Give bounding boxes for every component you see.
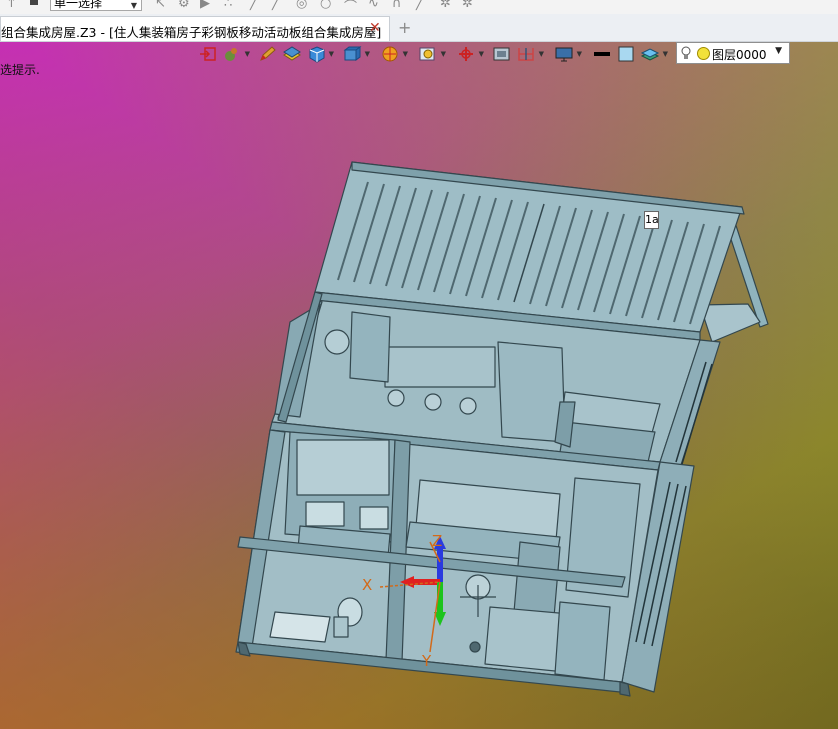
selection-mode-dropdown[interactable]: 单一选择 ▼	[50, 0, 142, 11]
container-house-model[interactable]	[0, 42, 838, 729]
line-icon-3[interactable]: ╱	[416, 0, 424, 11]
wardrobe	[497, 341, 566, 443]
document-tab-title: 组合集成房屋.Z3 - [住人集装箱房子彩钢板移动活动板组合集成房屋]	[1, 25, 382, 40]
sink-2	[359, 506, 389, 530]
filter-icon[interactable]: ⚙	[178, 0, 190, 11]
arc-icon[interactable]: ⌒	[344, 0, 357, 14]
sink-1	[305, 501, 345, 527]
lamp	[324, 329, 350, 355]
gear-icon-2[interactable]: ✲	[462, 0, 473, 11]
scatter-icon[interactable]: ∴	[224, 0, 232, 11]
curve-icon[interactable]: ∿	[368, 0, 379, 11]
point-icon[interactable]: ◎	[296, 0, 307, 11]
canopy-panel	[699, 303, 761, 343]
document-tab-bar: 组合集成房屋.Z3 - [住人集装箱房子彩钢板移动活动板组合集成房屋] ✕ +	[0, 14, 838, 42]
stool-3	[459, 397, 477, 415]
line-icon-2[interactable]: ╱	[272, 0, 280, 11]
fridge	[349, 311, 391, 383]
play-icon[interactable]: ▶	[200, 0, 210, 11]
kitchen-counter	[384, 346, 496, 388]
pick-icon[interactable]: ↖	[155, 0, 166, 11]
axis-z-label: Z	[432, 532, 443, 550]
gear-icon[interactable]: ✲	[440, 0, 451, 11]
chevron-down-icon: ▼	[130, 1, 137, 10]
circle-icon[interactable]: ○	[320, 0, 331, 11]
line-icon[interactable]: ╱	[250, 0, 258, 11]
stool-1	[387, 389, 405, 407]
top-toolbar: ↑ 单一选择 ▼ ↖ ⚙ ▶ ∴ ╱ ╱ ◎ ○ ⌒ ∿ ∩ ╱ ✲ ✲	[0, 0, 838, 15]
arch-icon[interactable]: ∩	[392, 0, 402, 11]
new-tab-button[interactable]: +	[398, 18, 411, 37]
stool-2	[424, 393, 442, 411]
3d-viewport[interactable]: 选提示. ▼ ▼ ▼ ▼ ▼ ▼ ▼ ▼ ▼ 图层0000 ▼ 1a Z X Y	[0, 42, 838, 729]
axis-y-label: Y	[422, 652, 432, 670]
dimension-tag[interactable]: 1a	[644, 211, 659, 229]
selection-mode-value: 单一选择	[54, 0, 103, 10]
undo-icon[interactable]: ↑	[6, 0, 17, 11]
close-tab-icon[interactable]: ✕	[369, 20, 381, 36]
stop-icon[interactable]	[30, 0, 38, 5]
axis-x-label: X	[362, 576, 373, 594]
shower-tray	[269, 611, 331, 643]
document-tab[interactable]: 组合集成房屋.Z3 - [住人集装箱房子彩钢板移动活动板组合集成房屋] ✕	[0, 16, 390, 41]
